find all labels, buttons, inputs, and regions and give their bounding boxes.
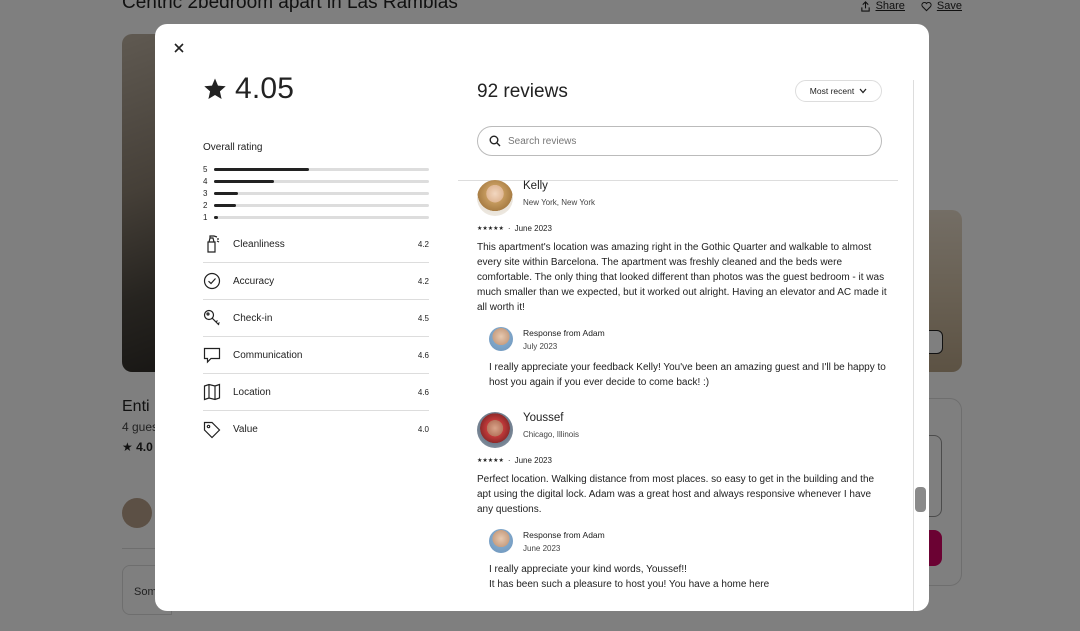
response-title: Response from Adam — [523, 529, 605, 540]
star-icon — [204, 78, 226, 99]
reviewer-location: New York, New York — [523, 198, 596, 207]
rating-bar-label: 3 — [203, 188, 208, 198]
category-value: Value 4.0 — [203, 411, 429, 448]
category-value: 4.0 — [417, 425, 429, 434]
category-name: Communication — [233, 349, 303, 361]
rating-bar-fill — [214, 179, 275, 183]
review-date-separator: · — [507, 224, 511, 233]
review-text: This apartment's location was amazing ri… — [477, 242, 887, 313]
response-text: I really appreciate your feedback Kelly!… — [489, 362, 886, 388]
search-icon — [489, 135, 501, 147]
overall-rating-value: 4.05 — [235, 72, 295, 105]
category-cleanliness: Cleanliness 4.2 — [203, 226, 429, 263]
category-value: 4.2 — [417, 276, 429, 286]
reviews-count: 92 reviews — [477, 81, 568, 102]
rating-bar-label: 2 — [203, 200, 208, 210]
rating-bar-fill — [214, 215, 219, 219]
rating-bar-track — [214, 191, 429, 195]
reviews-modal: 4.05 Overall rating 5 4 3 2 1 Cleanliness 4.… — [155, 24, 929, 611]
rating-bar-fill — [214, 203, 236, 207]
review-item: Youssef Chicago, Illinois ★★★★★ · June 2… — [477, 412, 887, 592]
category-accuracy: Accuracy 4.2 — [203, 263, 429, 300]
category-location: Location 4.6 — [203, 374, 429, 411]
reviewer-avatar[interactable] — [477, 180, 513, 216]
overall-rating-label: Overall rating — [203, 142, 263, 153]
host-response: Response from Adam June 2023 I really ap… — [489, 529, 887, 592]
rating-bar-5: 5 — [203, 163, 429, 175]
review-stars: ★★★★★ — [477, 226, 504, 232]
category-name: Location — [233, 386, 271, 398]
rating-bar-fill — [214, 167, 309, 171]
rating-bar-4: 4 — [203, 175, 429, 187]
review-date-separator: · — [507, 456, 511, 465]
reviewer-name: Youssef — [523, 412, 564, 424]
sort-label: Most recent — [809, 86, 855, 96]
scrollbar-thumb[interactable] — [915, 487, 926, 512]
check-circle-icon — [203, 272, 221, 290]
category-check-in: Check-in 4.5 — [203, 300, 429, 337]
rating-distribution: 5 4 3 2 1 — [203, 163, 429, 223]
host-avatar — [489, 327, 513, 351]
category-value: 4.6 — [417, 350, 429, 360]
category-name: Cleanliness — [233, 238, 285, 250]
category-communication: Communication 4.6 — [203, 337, 429, 374]
sort-dropdown[interactable]: Most recent — [795, 80, 882, 102]
reviewer-avatar[interactable] — [477, 412, 513, 448]
close-button[interactable] — [169, 38, 189, 58]
close-icon — [174, 43, 184, 53]
search-input[interactable] — [508, 135, 848, 147]
review-date: June 2023 — [514, 224, 552, 233]
chevron-down-icon — [859, 88, 867, 94]
category-value: 4.5 — [417, 313, 429, 323]
rating-bar-track — [214, 167, 429, 171]
chat-bubble-icon — [203, 347, 221, 364]
search-field[interactable] — [477, 126, 882, 156]
tag-icon — [203, 421, 221, 438]
category-name: Accuracy — [233, 275, 275, 287]
map-icon — [203, 383, 221, 401]
reviewer-location: Chicago, Illinois — [523, 430, 580, 439]
rating-bar-3: 3 — [203, 187, 429, 199]
response-date: June 2023 — [523, 543, 561, 553]
category-name: Check-in — [233, 312, 273, 324]
rating-bar-label: 5 — [203, 164, 208, 174]
category-value: 4.2 — [417, 239, 429, 249]
key-icon — [203, 309, 220, 326]
review-date: June 2023 — [514, 456, 552, 465]
review-stars: ★★★★★ — [477, 458, 504, 464]
response-title: Response from Adam — [523, 327, 605, 338]
reviewer-name: Kelly — [523, 180, 548, 192]
rating-bar-label: 4 — [203, 176, 208, 186]
overall-rating: 4.05 — [203, 72, 294, 106]
rating-bar-1: 1 — [203, 211, 429, 223]
host-response: Response from Adam July 2023 I really ap… — [489, 327, 887, 390]
rating-bar-fill — [214, 191, 238, 195]
rating-bar-label: 1 — [203, 212, 208, 222]
category-name: Value — [233, 424, 258, 435]
host-avatar — [489, 529, 513, 553]
spray-bottle-icon — [207, 235, 220, 253]
scrollbar-track[interactable] — [913, 80, 914, 611]
response-date: July 2023 — [523, 341, 558, 351]
review-item: Kelly New York, New York ★★★★★ · June 20… — [477, 180, 887, 390]
rating-bar-track — [214, 215, 429, 219]
rating-bar-2: 2 — [203, 199, 429, 211]
rating-bar-track — [214, 179, 429, 183]
category-value: 4.6 — [417, 387, 429, 397]
reviews-panel: 92 reviews Most recent Kelly New York, N… — [458, 24, 898, 611]
response-text: I really appreciate your kind words, You… — [489, 564, 770, 590]
category-ratings: Cleanliness 4.2 Accuracy 4.2 Check-in 4.… — [203, 226, 429, 448]
review-text: Perfect location. Walking distance from … — [477, 474, 875, 515]
rating-bar-track — [214, 203, 429, 207]
